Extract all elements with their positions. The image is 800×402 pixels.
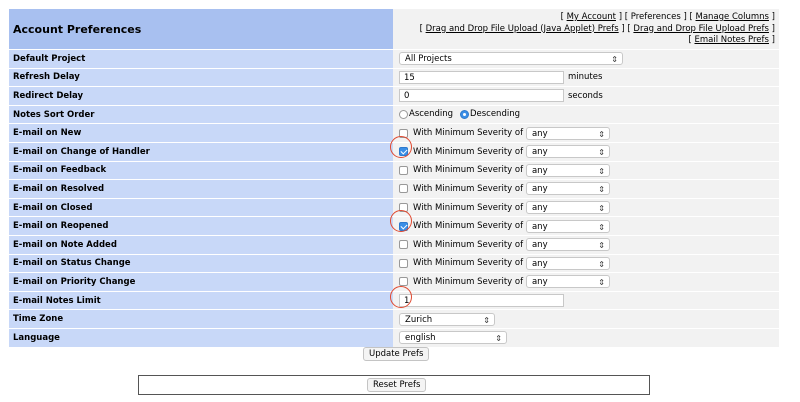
email-on-change-of-handler-severity-select[interactable]: any ⇕ <box>525 145 610 159</box>
updown-chevron-icon: ⇕ <box>483 315 490 325</box>
redirect-delay-label: Redirect Delay <box>9 87 393 105</box>
preferences-current: Preferences <box>630 12 681 22</box>
preferences-table: Account Preferences [ My Account ] [ Pre… <box>9 8 779 348</box>
notes-sort-order-label: Notes Sort Order <box>9 105 393 124</box>
updown-chevron-icon: ⇕ <box>598 222 605 232</box>
email-on-feedback-checkbox[interactable] <box>399 165 408 175</box>
refresh-delay-unit: minutes <box>568 72 603 83</box>
email-on-resolved-label: E-mail on Resolved <box>9 180 393 198</box>
email-on-note-added-checkbox[interactable] <box>399 240 408 250</box>
time-zone-select[interactable]: Zurich ⇕ <box>399 312 495 326</box>
email-on-priority-change-label: E-mail on Priority Change <box>9 273 393 291</box>
language-label: Language <box>9 328 393 347</box>
email-on-resolved-severity-select[interactable]: any ⇕ <box>525 182 610 196</box>
email-on-resolved-checkbox[interactable] <box>399 184 408 194</box>
email-on-status-change-severity-select[interactable]: any ⇕ <box>525 256 610 270</box>
default-project-label: Default Project <box>9 50 393 68</box>
time-zone-label: Time Zone <box>9 310 393 328</box>
update-prefs-button[interactable]: Update Prefs <box>363 347 430 361</box>
updown-chevron-icon: ⇕ <box>598 166 605 176</box>
email-on-change-of-handler-checkbox[interactable] <box>399 147 408 157</box>
dnd-java-prefs-link[interactable]: Drag and Drop File Upload (Java Applet) … <box>426 24 619 34</box>
email-on-closed-label: E-mail on Closed <box>9 198 393 217</box>
updown-chevron-icon: ⇕ <box>598 259 605 269</box>
email-on-priority-change-severity-select[interactable]: any ⇕ <box>525 275 610 289</box>
page-title: Account Preferences <box>9 9 393 49</box>
header-links: [ My Account ] [ Preferences ] [ Manage … <box>393 9 779 49</box>
reset-prefs-button[interactable]: Reset Prefs <box>367 378 427 392</box>
email-on-new-checkbox[interactable] <box>399 128 408 138</box>
email-on-closed-severity-select[interactable]: any ⇕ <box>525 201 610 215</box>
updown-chevron-icon: ⇕ <box>598 278 605 288</box>
redirect-delay-input[interactable]: 0 <box>399 89 564 103</box>
email-on-status-change-label: E-mail on Status Change <box>9 254 393 273</box>
email-on-closed-checkbox[interactable] <box>399 203 408 213</box>
email-on-status-change-checkbox[interactable] <box>399 258 408 268</box>
updown-chevron-icon: ⇕ <box>598 148 605 158</box>
descending-radio[interactable] <box>459 109 469 119</box>
refresh-delay-input[interactable]: 15 <box>399 70 564 84</box>
manage-columns-link[interactable]: Manage Columns <box>696 12 769 22</box>
email-on-note-added-severity-select[interactable]: any ⇕ <box>525 238 610 252</box>
updown-chevron-icon: ⇕ <box>598 204 605 214</box>
email-on-new-label: E-mail on New <box>9 124 393 142</box>
updown-chevron-icon: ⇕ <box>598 129 605 139</box>
email-on-feedback-severity-select[interactable]: any ⇕ <box>525 163 610 177</box>
email-on-note-added-label: E-mail on Note Added <box>9 235 393 254</box>
default-project-select[interactable]: All Projects ⇕ <box>399 52 623 66</box>
ascending-radio[interactable] <box>399 109 408 119</box>
redirect-delay-unit: seconds <box>568 90 603 101</box>
email-notes-limit-label: E-mail Notes Limit <box>9 291 393 310</box>
email-on-new-severity-select[interactable]: any ⇕ <box>525 126 610 140</box>
email-on-priority-change-checkbox[interactable] <box>399 277 408 287</box>
dnd-prefs-link[interactable]: Drag and Drop File Upload Prefs <box>633 24 769 34</box>
email-notes-prefs-link[interactable]: Email Notes Prefs <box>694 35 768 45</box>
updown-chevron-icon: ⇕ <box>495 334 502 344</box>
language-select[interactable]: english ⇕ <box>399 331 507 345</box>
updown-chevron-icon: ⇕ <box>598 241 605 251</box>
email-on-reopened-severity-select[interactable]: any ⇕ <box>525 219 610 233</box>
email-notes-limit-input[interactable]: 1 <box>399 294 564 308</box>
email-on-change-of-handler-label: E-mail on Change of Handler <box>9 142 393 161</box>
updown-chevron-icon: ⇕ <box>598 185 605 195</box>
refresh-delay-label: Refresh Delay <box>9 68 393 87</box>
email-on-feedback-label: E-mail on Feedback <box>9 161 393 180</box>
my-account-link[interactable]: My Account <box>567 12 616 22</box>
email-on-reopened-checkbox[interactable] <box>399 221 408 231</box>
email-on-reopened-label: E-mail on Reopened <box>9 217 393 235</box>
updown-chevron-icon: ⇕ <box>611 55 618 65</box>
